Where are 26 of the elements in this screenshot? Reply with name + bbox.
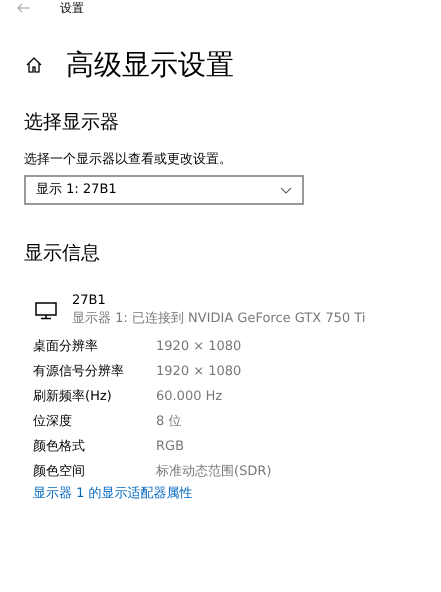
display-dropdown[interactable]: 显示 1: 27B1	[24, 175, 304, 205]
monitor-icon	[35, 302, 57, 320]
info-label: 颜色空间	[33, 462, 86, 481]
chevron-down-icon	[280, 186, 292, 194]
section-description: 选择一个显示器以查看或更改设置。	[24, 151, 233, 169]
info-value: 标准动态范围(SDR)	[156, 462, 272, 481]
info-value: 1920 × 1080	[156, 338, 242, 356]
info-value: RGB	[156, 438, 184, 456]
window-title: 设置	[60, 0, 84, 16]
monitor-detail: 显示器 1: 已连接到 NVIDIA GeForce GTX 750 Ti	[72, 310, 366, 328]
info-value: 8 位	[156, 412, 182, 431]
section-heading: 选择显示器	[24, 110, 120, 135]
monitor-name: 27B1	[72, 292, 107, 310]
home-icon	[25, 56, 43, 74]
page-title: 高级显示设置	[66, 47, 234, 83]
info-label: 桌面分辨率	[33, 338, 99, 356]
info-label: 刷新频率(Hz)	[33, 388, 113, 406]
info-label: 位深度	[33, 412, 73, 431]
info-value: 60.000 Hz	[156, 388, 222, 406]
adapter-properties-link[interactable]: 显示器 1 的显示适配器属性	[33, 485, 441, 503]
back-arrow-icon	[17, 3, 31, 13]
section-heading: 显示信息	[24, 241, 101, 266]
info-value: 1920 × 1080	[156, 362, 242, 381]
info-label: 颜色格式	[33, 438, 86, 456]
info-label: 有源信号分辨率	[33, 362, 125, 381]
home-button[interactable]	[24, 55, 44, 75]
